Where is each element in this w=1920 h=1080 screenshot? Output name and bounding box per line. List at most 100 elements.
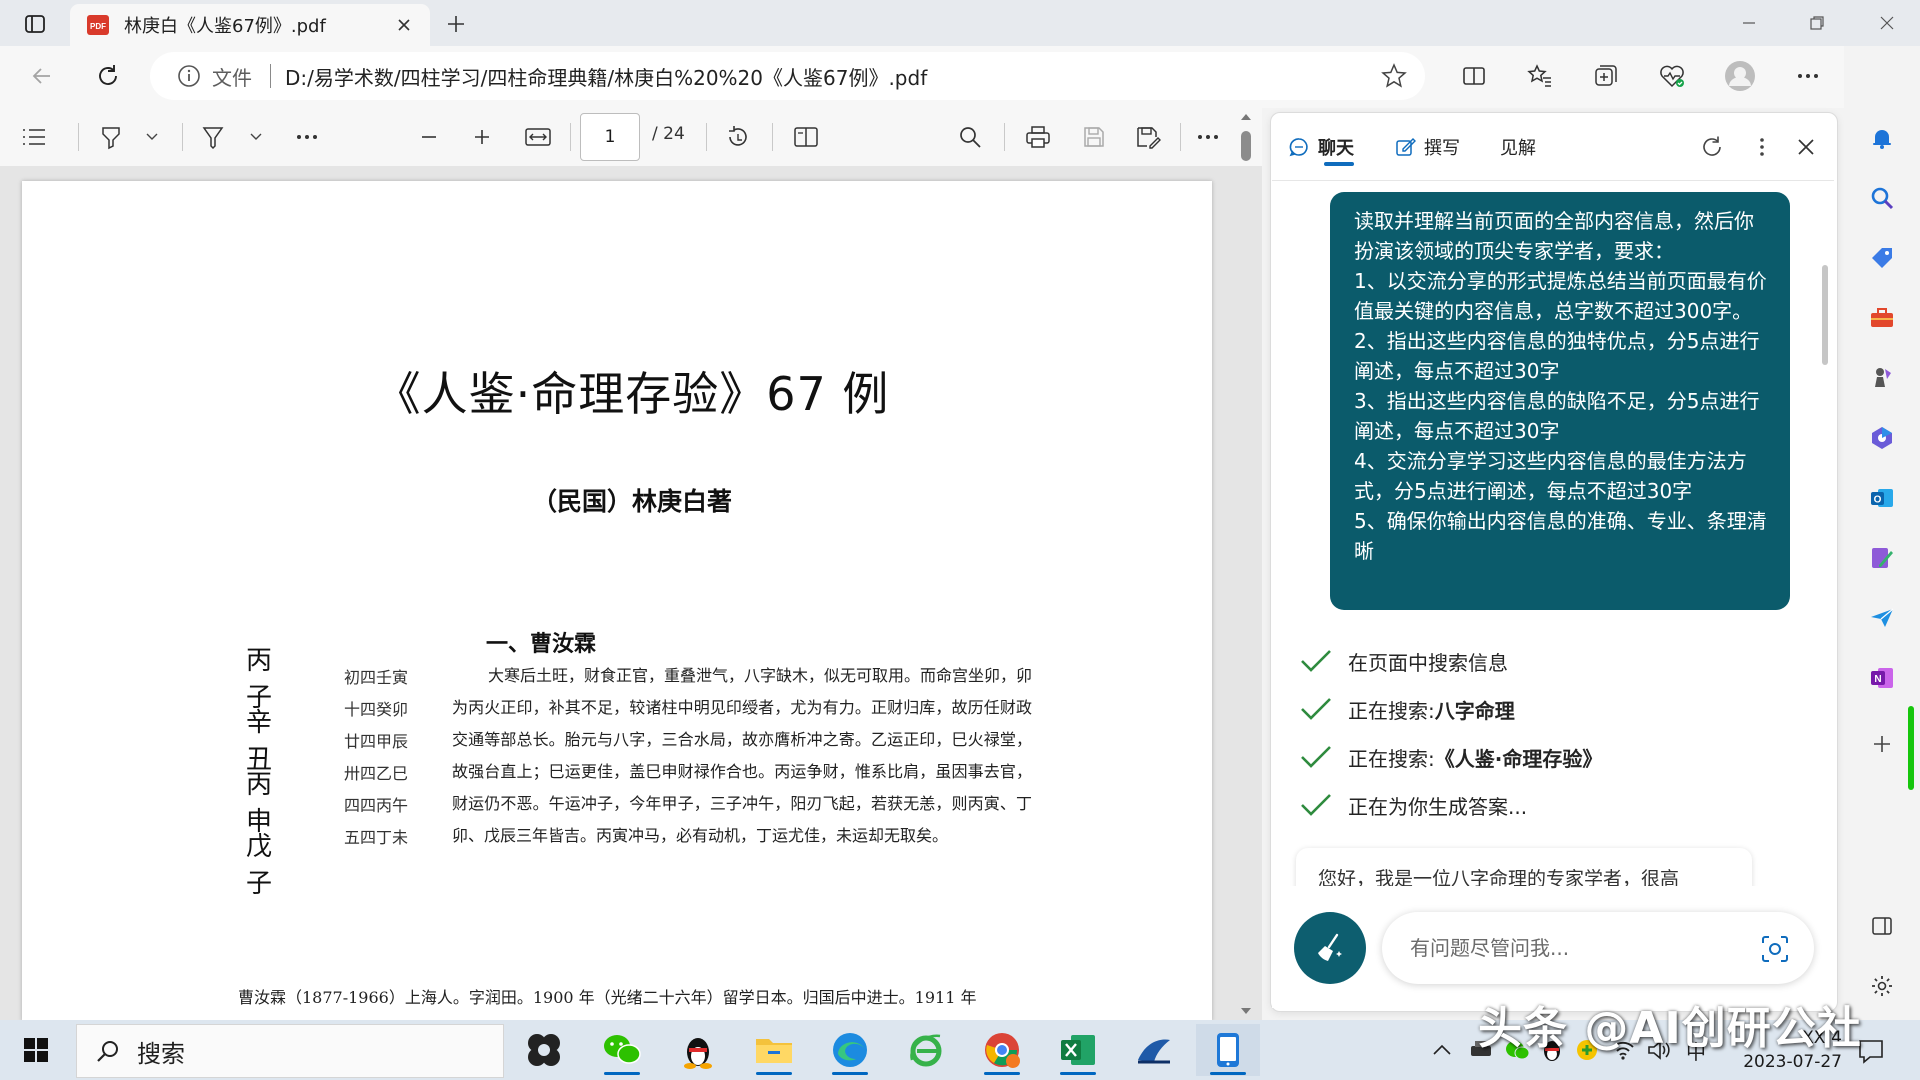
sidebar-onenote[interactable]: N <box>1862 658 1902 698</box>
rotate-button[interactable] <box>720 120 756 154</box>
more-dots-icon <box>1798 74 1818 78</box>
more-dots-icon <box>1198 135 1218 139</box>
new-topic-button[interactable] <box>1294 912 1366 984</box>
running-indicator <box>604 1072 640 1075</box>
ask-input[interactable] <box>1382 912 1814 984</box>
minimize-button[interactable] <box>1724 8 1774 38</box>
step-query[interactable]: 《人鉴·命理存验》 <box>1435 743 1603 772</box>
collections-button[interactable] <box>1586 56 1626 96</box>
sidebar-hide-button[interactable] <box>1862 906 1902 946</box>
active-tab[interactable]: PDF 林庚白《人鉴67例》.pdf <box>70 4 430 46</box>
scrollbar-thumb[interactable] <box>1241 131 1251 161</box>
close-window-button[interactable] <box>1862 8 1912 38</box>
svg-text:N: N <box>1874 674 1881 685</box>
copilot-close-button[interactable] <box>1790 132 1822 162</box>
chevron-up-icon[interactable] <box>1432 1043 1452 1057</box>
browser-essentials-button[interactable] <box>1652 56 1692 96</box>
fit-to-width-button[interactable] <box>520 120 556 154</box>
split-screen-button[interactable] <box>1454 56 1494 96</box>
settings-more-button[interactable] <box>1788 56 1828 96</box>
onenote-icon: N <box>1871 668 1893 688</box>
sidebar-notifications[interactable] <box>1862 118 1902 158</box>
highlight-button[interactable] <box>94 120 128 154</box>
taskbar-app-excel[interactable] <box>1046 1024 1110 1076</box>
pdf-scrollbar[interactable] <box>1238 110 1254 1020</box>
draw-options-dropdown[interactable] <box>244 120 268 154</box>
step-query[interactable]: 八字命理 <box>1435 695 1515 724</box>
save-as-icon <box>1137 127 1161 149</box>
document-title: 《人鉴·命理存验》67 例 <box>374 367 890 421</box>
sidebar-shopping[interactable] <box>1862 238 1902 278</box>
sidebar-designer[interactable] <box>1862 538 1902 578</box>
tab-compose-label: 撰写 <box>1424 138 1460 159</box>
address-url[interactable]: D:/易学术数/四柱学习/四柱命理典籍/林庚白%20%20《人鉴67例》.pdf <box>285 62 927 91</box>
sidebar-drop[interactable] <box>1862 598 1902 638</box>
outlook-icon: O <box>1871 489 1893 507</box>
start-button[interactable] <box>14 1030 58 1070</box>
luck-period: 十四癸卯 <box>344 700 409 719</box>
sidebar-add-button[interactable] <box>1862 724 1902 764</box>
taskbar-app-active[interactable] <box>1196 1024 1260 1076</box>
tab-actions-button[interactable] <box>10 7 60 41</box>
sidebar-tools[interactable] <box>1862 298 1902 338</box>
minus-icon <box>422 136 436 138</box>
sidebar-outlook[interactable]: O <box>1862 478 1902 518</box>
more-tools-button[interactable] <box>290 120 324 154</box>
plus-icon <box>475 130 489 144</box>
sidebar-search[interactable] <box>1862 178 1902 218</box>
refresh-button[interactable] <box>88 56 128 96</box>
taskbar-search[interactable]: 搜索 <box>76 1024 504 1078</box>
back-button[interactable] <box>22 56 62 96</box>
ask-input-field[interactable] <box>1408 935 1752 961</box>
find-button[interactable] <box>952 120 988 154</box>
broom-icon <box>1318 933 1342 961</box>
copilot-scrollbar[interactable] <box>1822 265 1828 365</box>
zoom-out-button[interactable] <box>412 120 446 154</box>
tab-compose[interactable]: 撰写 <box>1394 134 1460 160</box>
address-bar[interactable]: 文件 D:/易学术数/四柱学习/四柱命理典籍/林庚白%20%20《人鉴67例》.… <box>150 52 1425 100</box>
profile-button[interactable] <box>1720 56 1760 96</box>
tab-close-button[interactable] <box>390 11 418 39</box>
restore-button[interactable] <box>1792 8 1842 38</box>
bell-icon <box>1873 130 1891 149</box>
close-icon <box>1880 16 1894 30</box>
highlight-options-dropdown[interactable] <box>140 120 164 154</box>
new-tab-button[interactable] <box>440 10 472 38</box>
back-arrow-icon <box>32 68 50 84</box>
footnote: 曹汝霖（1877-1966）上海人。字润田。1900 年（光绪二十六年）留学日本… <box>238 988 977 1007</box>
page-number-input[interactable]: 1 <box>580 113 640 161</box>
chrome-icon <box>985 1033 1020 1068</box>
sidebar-games[interactable] <box>1862 358 1902 398</box>
favorite-star-icon[interactable] <box>1381 63 1407 89</box>
tab-insights[interactable]: 见解 <box>1500 134 1536 160</box>
sidebar-office[interactable] <box>1862 418 1902 458</box>
print-button[interactable] <box>1020 120 1056 154</box>
pdf-more-button[interactable] <box>1190 120 1226 154</box>
tab-chat[interactable]: 聊天 <box>1288 134 1354 160</box>
internet-explorer-icon <box>910 1034 942 1067</box>
save-as-button[interactable] <box>1130 120 1166 154</box>
taskbar-app-explorer[interactable] <box>742 1024 806 1076</box>
visual-search-icon[interactable] <box>1760 934 1790 964</box>
copilot-more-button[interactable] <box>1746 132 1778 162</box>
checkmark-icon <box>1301 650 1331 672</box>
taskbar-app-remote[interactable] <box>1122 1024 1186 1076</box>
taskbar-app-wechat[interactable] <box>590 1024 654 1076</box>
draw-button[interactable] <box>196 120 230 154</box>
taskbar-app-ie[interactable] <box>894 1024 958 1076</box>
zoom-in-button[interactable] <box>465 120 499 154</box>
table-of-contents-button[interactable] <box>16 120 52 154</box>
favorites-button[interactable] <box>1520 56 1560 96</box>
microsoft365-icon <box>1872 427 1892 449</box>
save-button[interactable] <box>1076 120 1112 154</box>
taskbar-app-edge[interactable] <box>818 1024 882 1076</box>
info-icon[interactable] <box>176 63 202 89</box>
taskbar-app-widgets[interactable] <box>512 1024 576 1076</box>
page-view-button[interactable] <box>788 120 824 154</box>
sidebar-settings-button[interactable] <box>1862 966 1902 1006</box>
taskbar-app-chrome[interactable] <box>970 1024 1034 1076</box>
step-text: 正在为你生成答案... <box>1348 794 1528 819</box>
taskbar-app-qq[interactable] <box>666 1024 730 1076</box>
svg-text:O: O <box>1874 495 1882 506</box>
copilot-refresh-button[interactable] <box>1696 132 1728 162</box>
